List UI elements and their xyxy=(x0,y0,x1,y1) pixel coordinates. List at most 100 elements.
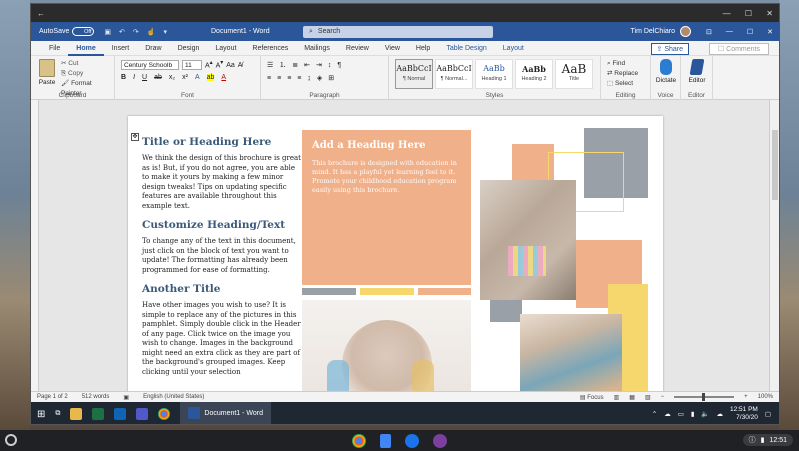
customize-icon[interactable]: ▾ xyxy=(163,28,167,36)
select-button[interactable]: ⬚ Select xyxy=(607,79,638,89)
ribbon-display-icon[interactable]: ⊡ xyxy=(706,28,712,36)
underline-icon[interactable]: U xyxy=(142,74,147,81)
close-icon[interactable]: ✕ xyxy=(766,9,773,18)
tab-mailings[interactable]: Mailings xyxy=(296,41,338,56)
superscript-icon[interactable]: x² xyxy=(182,74,188,81)
paragraph-1[interactable]: We think the design of this brochure is … xyxy=(142,154,302,211)
style-normal[interactable]: AaBbCcI ¶ Normal xyxy=(395,59,433,89)
heading-title[interactable]: Title or Heading Here xyxy=(142,136,302,148)
zoom-in-icon[interactable]: + xyxy=(744,394,748,400)
change-case-icon[interactable]: Aa xyxy=(226,62,235,69)
vertical-scrollbar[interactable] xyxy=(769,100,779,391)
copy-button[interactable]: ⎘ Copy xyxy=(61,69,114,79)
paragraph-2[interactable]: To change any of the text in this docume… xyxy=(142,237,302,275)
heading-customize[interactable]: Customize Heading/Text xyxy=(142,219,302,231)
numbering-icon[interactable]: ⒈ xyxy=(279,60,286,70)
shading-icon[interactable]: ◈ xyxy=(317,74,322,82)
cut-button[interactable]: ✂ Cut xyxy=(61,59,114,69)
word-restore-icon[interactable]: ☐ xyxy=(747,28,753,36)
redo-icon[interactable]: ↷ xyxy=(133,28,139,36)
launcher-icon[interactable] xyxy=(5,434,17,446)
align-left-icon[interactable]: ≡ xyxy=(267,75,271,82)
table-move-handle-icon[interactable]: ✥ xyxy=(131,133,139,141)
style-heading-1[interactable]: AaBb Heading 1 xyxy=(475,59,513,89)
find-button[interactable]: ⌕ Find xyxy=(607,59,638,69)
save-icon[interactable]: ▣ xyxy=(104,28,111,36)
tray-chevron-icon[interactable]: ⌃ xyxy=(652,410,657,418)
multilevel-list-icon[interactable]: ≣ xyxy=(292,61,298,69)
replace-button[interactable]: ⇄ Replace xyxy=(607,69,638,79)
windows-start-icon[interactable]: ⊞ xyxy=(37,409,45,420)
word-close-icon[interactable]: ✕ xyxy=(767,28,773,36)
tab-design[interactable]: Design xyxy=(170,41,208,56)
clear-formatting-icon[interactable]: A̸ xyxy=(238,62,243,69)
cloud-icon[interactable]: ☁ xyxy=(717,410,724,418)
document-page[interactable]: ✥ Title or Heading Here We think the des… xyxy=(128,116,663,391)
strikethrough-icon[interactable]: ab xyxy=(154,74,162,81)
task-view-icon[interactable]: ⧉ xyxy=(55,410,60,418)
paste-button[interactable]: Paste xyxy=(37,59,57,86)
style-normal-web[interactable]: AaBbCcI ¶ Normal... xyxy=(435,59,473,89)
shrink-font-icon[interactable]: A▾ xyxy=(216,60,224,69)
tab-draw[interactable]: Draw xyxy=(137,41,169,56)
borders-icon[interactable]: ⊞ xyxy=(328,74,334,82)
style-title[interactable]: AaB Title xyxy=(555,59,593,89)
show-marks-icon[interactable]: ¶ xyxy=(337,62,341,69)
file-explorer-icon[interactable] xyxy=(70,408,83,420)
orange-text-box[interactable]: Add a Heading Here This brochure is desi… xyxy=(302,130,471,285)
italic-icon[interactable]: I xyxy=(133,74,135,81)
tab-table-design[interactable]: Table Design xyxy=(438,41,494,56)
increase-indent-icon[interactable]: ⇥ xyxy=(316,61,322,69)
shelf-status-area[interactable]: ⓘ ▮ 12:51 xyxy=(742,434,793,446)
back-arrow-icon[interactable]: ← xyxy=(37,9,45,18)
touch-mode-icon[interactable]: ☝ xyxy=(147,28,156,36)
tab-home[interactable]: Home xyxy=(68,41,104,56)
outlook-icon[interactable] xyxy=(114,408,127,420)
tab-table-layout[interactable]: Layout xyxy=(495,41,532,56)
maximize-icon[interactable]: ☐ xyxy=(745,9,752,18)
web-layout-icon[interactable]: ▧ xyxy=(645,394,651,401)
read-mode-icon[interactable]: ▥ xyxy=(614,394,620,401)
tab-references[interactable]: References xyxy=(244,41,296,56)
battery-icon[interactable]: ▮ xyxy=(691,410,695,418)
orange-body[interactable]: This brochure is designed with education… xyxy=(312,159,461,195)
tab-layout[interactable]: Layout xyxy=(207,41,244,56)
zoom-slider[interactable] xyxy=(674,393,735,401)
avatar[interactable] xyxy=(680,26,691,37)
share-button[interactable]: ⇪ Share xyxy=(650,43,689,55)
taskbar-clock[interactable]: 12:51 PM 7/30/20 xyxy=(730,406,758,422)
grow-font-icon[interactable]: A▴ xyxy=(205,60,213,69)
teams-icon[interactable] xyxy=(136,408,149,420)
align-right-icon[interactable]: ≡ xyxy=(287,75,291,82)
scroll-thumb[interactable] xyxy=(772,130,778,200)
excel-icon[interactable] xyxy=(92,408,105,420)
zoom-out-icon[interactable]: − xyxy=(661,394,665,400)
print-layout-icon[interactable]: ▦ xyxy=(629,394,635,401)
language[interactable]: English (United States) xyxy=(143,394,204,400)
font-color-icon[interactable]: A xyxy=(221,74,226,81)
line-spacing-icon[interactable]: ↨ xyxy=(307,75,311,82)
font-name-select[interactable]: Century Schoolb xyxy=(121,60,179,70)
tab-insert[interactable]: Insert xyxy=(104,41,138,56)
style-heading-2[interactable]: AaBb Heading 2 xyxy=(515,59,553,89)
word-count[interactable]: 512 words xyxy=(82,394,110,400)
shelf-duo-icon[interactable] xyxy=(405,433,419,448)
tab-review[interactable]: Review xyxy=(338,41,377,56)
tab-file[interactable]: File xyxy=(41,41,68,56)
tab-help[interactable]: Help xyxy=(408,41,438,56)
kids-photo[interactable] xyxy=(302,300,471,391)
minimize-icon[interactable]: — xyxy=(723,9,731,18)
volume-icon[interactable]: 🔈 xyxy=(701,410,709,418)
zoom-level[interactable]: 100% xyxy=(758,394,773,400)
onedrive-icon[interactable]: ☁ xyxy=(664,410,671,418)
notifications-icon[interactable]: ▢ xyxy=(765,410,771,418)
heading-another[interactable]: Another Title xyxy=(142,283,302,295)
justify-icon[interactable]: ≡ xyxy=(297,75,301,82)
subscript-icon[interactable]: x₂ xyxy=(169,74,175,81)
paragraph-3[interactable]: Have other images you wish to use? It is… xyxy=(142,301,302,377)
orange-heading[interactable]: Add a Heading Here xyxy=(312,140,461,151)
highlight-icon[interactable]: ab xyxy=(206,74,215,81)
focus-mode[interactable]: ▤ Focus xyxy=(580,394,604,401)
proofing-icon[interactable]: ▣ xyxy=(123,394,129,401)
undo-icon[interactable]: ↶ xyxy=(119,28,125,36)
